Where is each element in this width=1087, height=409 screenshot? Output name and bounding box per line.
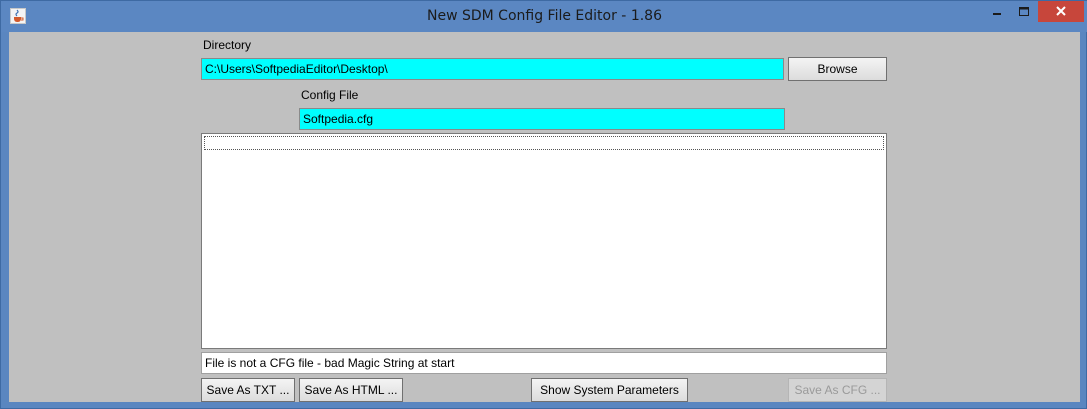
close-icon <box>1056 6 1066 16</box>
maximize-button[interactable] <box>1011 1 1037 22</box>
title-bar[interactable]: New SDM Config File Editor - 1.86 <box>1 1 1087 32</box>
config-file-field[interactable]: Softpedia.cfg <box>299 108 785 130</box>
directory-field[interactable]: C:\Users\SoftpediaEditor\Desktop\ <box>201 58 784 80</box>
editor-focus-line <box>204 136 884 150</box>
directory-label: Directory <box>203 38 252 52</box>
config-editor-area[interactable] <box>201 133 887 349</box>
status-message: File is not a CFG file - bad Magic Strin… <box>201 352 887 374</box>
config-file-label: Config File <box>301 88 359 102</box>
minimize-icon <box>993 13 1001 15</box>
save-as-txt-button[interactable]: Save As TXT ... <box>201 378 295 402</box>
app-window: New SDM Config File Editor - 1.86 Direct… <box>0 0 1087 409</box>
window-title: New SDM Config File Editor - 1.86 <box>427 8 662 24</box>
show-system-parameters-button[interactable]: Show System Parameters <box>531 378 688 402</box>
save-as-cfg-button[interactable]: Save As CFG ... <box>788 378 887 402</box>
maximize-icon <box>1019 7 1029 16</box>
close-button[interactable] <box>1038 1 1084 22</box>
save-as-html-button[interactable]: Save As HTML ... <box>299 378 403 402</box>
client-area: Directory C:\Users\SoftpediaEditor\Deskt… <box>9 32 1080 402</box>
minimize-button[interactable] <box>984 1 1010 22</box>
browse-button[interactable]: Browse <box>788 57 887 81</box>
